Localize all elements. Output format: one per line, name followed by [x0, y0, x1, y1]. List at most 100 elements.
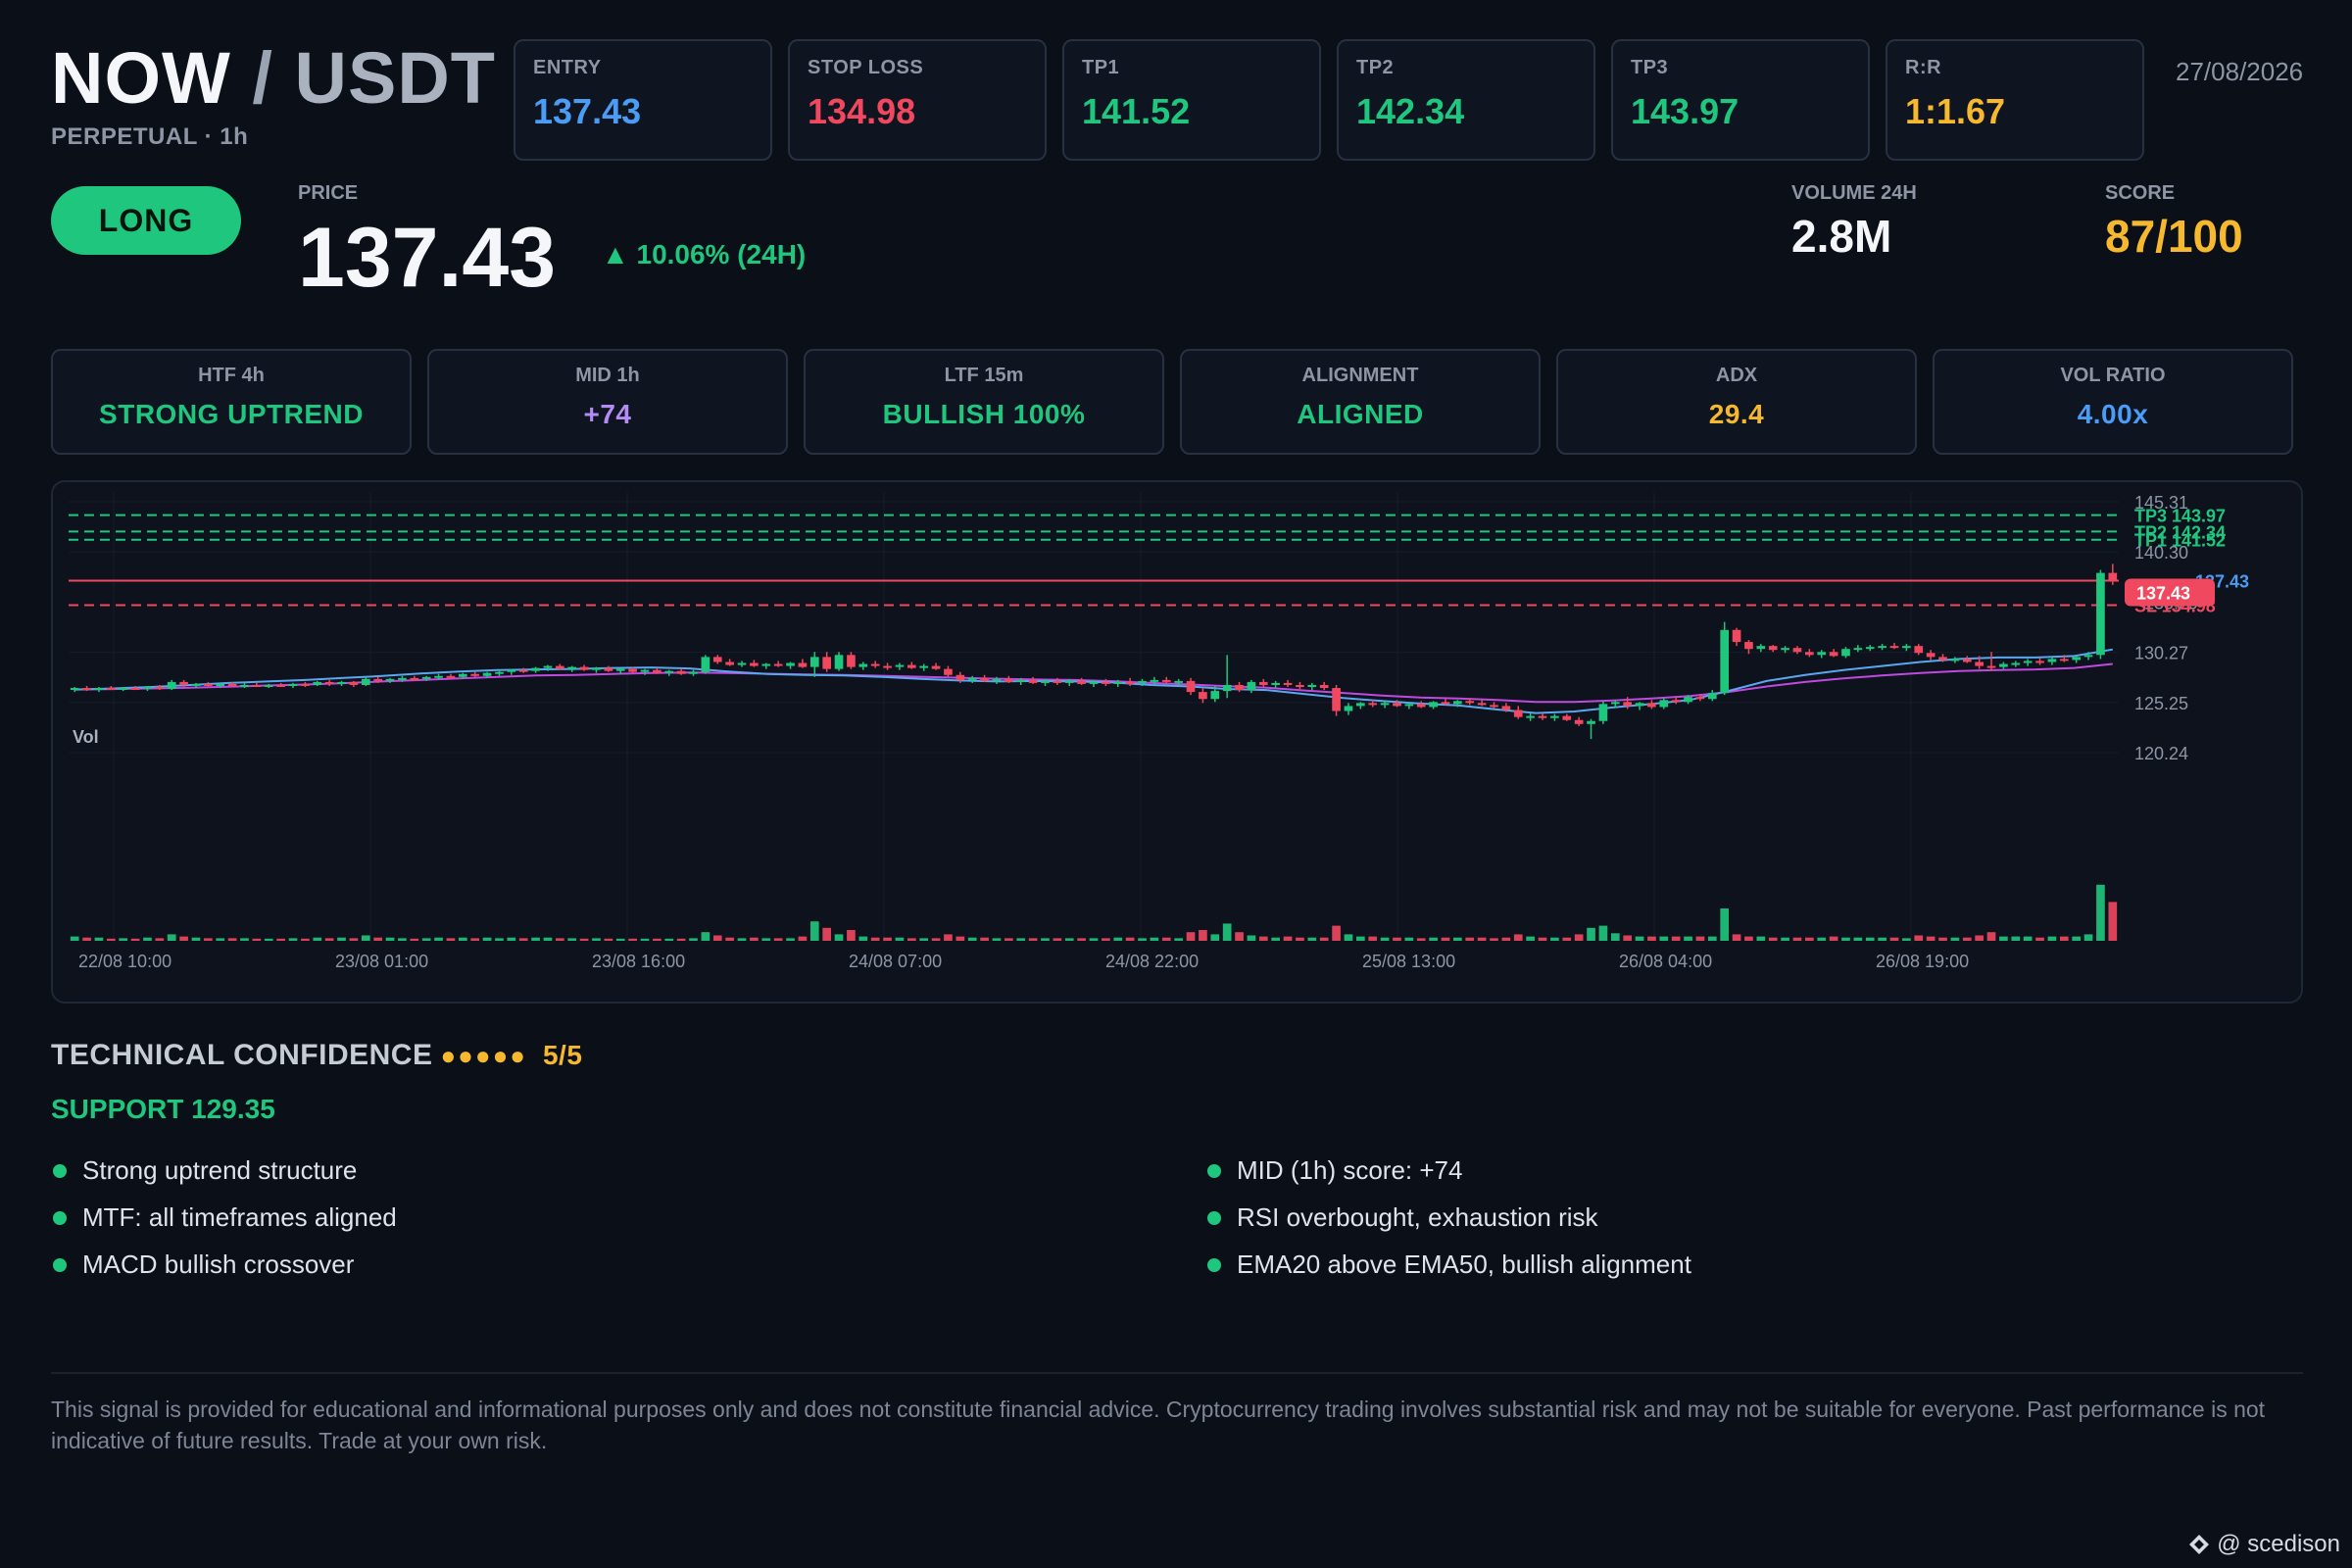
candle-body — [1235, 684, 1244, 691]
volume-bar — [204, 938, 213, 941]
candle-body — [1501, 706, 1511, 710]
candle-body — [1574, 719, 1584, 724]
volume-bar — [895, 937, 905, 941]
volume-bar — [1235, 932, 1244, 941]
volume-bar — [1610, 933, 1620, 941]
candle-body — [1404, 704, 1414, 707]
candle-body — [773, 663, 783, 666]
candle-body — [689, 671, 698, 674]
candle-body — [1247, 681, 1256, 691]
volume-bar — [1598, 925, 1608, 941]
candle-body — [786, 662, 795, 666]
volume-bar — [1368, 936, 1378, 941]
candle-body — [906, 664, 916, 668]
volume-bar — [216, 938, 225, 941]
x-tick-label: 22/08 10:00 — [78, 952, 172, 971]
x-tick-label: 25/08 13:00 — [1362, 952, 1455, 971]
volume-bar — [1477, 937, 1487, 941]
candle-body — [264, 684, 273, 687]
volume-bar — [1307, 937, 1317, 941]
technical-confidence-title: TECHNICAL CONFIDENCE ●●●●● 5/5 — [51, 1039, 582, 1072]
candle-body — [847, 655, 856, 667]
tp2-value: 142.34 — [1356, 91, 1465, 131]
volume-bar — [1138, 938, 1147, 941]
candle-body — [834, 655, 844, 669]
volume-bar — [1756, 936, 1766, 941]
volume-bar — [1113, 937, 1123, 941]
price-label: PRICE — [298, 182, 359, 204]
candle-body — [592, 667, 601, 670]
candle-body — [1186, 680, 1196, 693]
volume-bar — [1671, 936, 1681, 941]
metric-htf-value: STRONG UPTREND — [99, 399, 364, 429]
candle-body — [1416, 704, 1426, 708]
volume-bar — [712, 935, 722, 941]
pair-base: NOW — [51, 37, 231, 119]
volume-bar — [1028, 938, 1038, 941]
candle-body — [313, 681, 322, 685]
volume-bar — [1732, 934, 1741, 941]
tp1-value: 141.52 — [1082, 91, 1191, 131]
candle-body — [967, 677, 977, 680]
candle-body — [2083, 655, 2093, 658]
candle-body — [2023, 661, 2033, 663]
volume-bar — [301, 938, 310, 941]
volume-bar — [1186, 932, 1196, 941]
candle-body — [337, 681, 346, 684]
candle-body — [822, 657, 832, 669]
candle-body — [227, 683, 237, 686]
volume-bar — [1222, 923, 1232, 941]
volume-bar — [1781, 937, 1789, 941]
entry-value: 137.43 — [533, 91, 642, 131]
candle-body — [1938, 657, 1947, 661]
volume-bar — [1513, 934, 1523, 941]
volume-bar — [1865, 937, 1875, 941]
metric-ltf-value: BULLISH 100% — [882, 399, 1086, 429]
watermark: @ scedison — [2187, 1531, 2340, 1558]
volume-bar — [1962, 937, 1972, 941]
volume-bar — [276, 938, 285, 941]
candle-body — [1623, 702, 1632, 707]
diamond-logo-icon — [2189, 1535, 2210, 1554]
volume-bar — [725, 937, 734, 941]
disclaimer-text: This signal is provided for educational … — [51, 1396, 2266, 1453]
candle-body — [1538, 715, 1547, 718]
candle-body — [1962, 659, 1972, 662]
candlestick-chart[interactable]: 145.31140.30130.27125.25120.24135.29TP3 … — [53, 482, 2301, 1002]
candle-body — [179, 681, 188, 685]
volume-bar — [179, 936, 188, 941]
metric-mid-value: +74 — [583, 399, 632, 429]
stop-loss-value: 134.98 — [808, 91, 916, 131]
volume-bar — [119, 938, 128, 941]
list-item: RSI overbought, exhaustion risk — [1205, 1201, 1691, 1249]
volume-bar — [106, 938, 116, 941]
volume-bar — [1429, 937, 1438, 941]
candle-body — [252, 684, 262, 687]
volume-bar — [847, 930, 856, 941]
volume-bar — [1077, 938, 1086, 941]
volume-bar — [1380, 937, 1390, 941]
candle-body — [725, 662, 734, 665]
candle-body — [94, 688, 104, 691]
volume-bar — [628, 938, 637, 941]
volume-bar — [579, 938, 589, 941]
risk-reward-value: 1:1.67 — [1905, 91, 2006, 131]
volume-bar — [1332, 925, 1341, 941]
volume-bar — [324, 938, 334, 941]
candle-body — [1889, 646, 1899, 649]
price-chart-panel[interactable]: 145.31140.30130.27125.25120.24135.29TP3 … — [51, 480, 2303, 1004]
candle-body — [1258, 681, 1268, 685]
candle-body — [1610, 702, 1620, 705]
volume-bar — [1526, 936, 1535, 941]
metric-htf: HTF 4h STRONG UPTREND — [51, 349, 412, 455]
volume-bar — [1829, 936, 1838, 941]
tp3-value: 143.97 — [1631, 91, 1740, 131]
candle-body — [1598, 704, 1608, 721]
candle-body — [1089, 681, 1099, 684]
footer-divider — [51, 1372, 2303, 1374]
metric-adx-value: 29.4 — [1708, 399, 1765, 429]
volume-bar — [1975, 935, 1984, 941]
volume-bar — [1550, 937, 1559, 941]
volume-bar — [750, 937, 759, 941]
technical-points-left: Strong uptrend structure MTF: all timefr… — [51, 1154, 397, 1296]
